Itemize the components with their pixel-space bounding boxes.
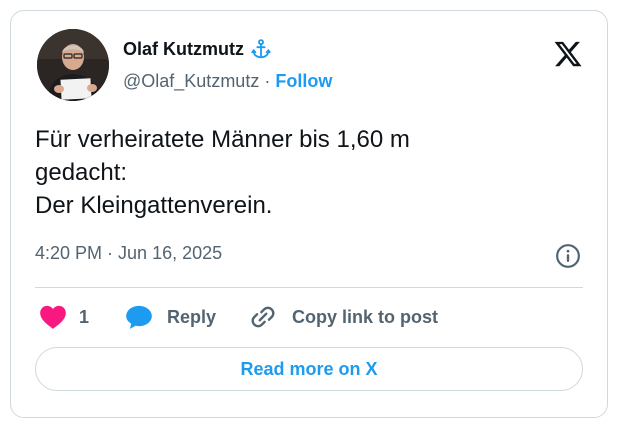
reply-button[interactable]: Reply: [125, 304, 216, 330]
author-name[interactable]: Olaf Kutzmutz: [123, 39, 244, 60]
link-icon: [251, 306, 275, 328]
tweet-time: 4:20 PM: [35, 243, 103, 263]
tweet-date: Jun 16, 2025: [118, 243, 223, 263]
author-handle[interactable]: @Olaf_Kutzmutz: [123, 71, 259, 92]
timestamp-separator: ·: [107, 243, 114, 263]
tweet-card: Olaf Kutzmutz @Olaf_Kutzmutz · Follow Fü…: [10, 10, 608, 418]
tweet-line: Der Kleingattenverein.: [35, 192, 273, 219]
tweet-line: gedacht:: [35, 159, 128, 186]
follow-button[interactable]: Follow: [275, 71, 332, 92]
tweet-timestamp[interactable]: 4:20 PM · Jun 16, 2025: [35, 243, 222, 264]
reply-bubble-icon: [126, 305, 152, 329]
handle-separator: ·: [264, 71, 271, 91]
author-handle-row: @Olaf_Kutzmutz · Follow: [123, 71, 332, 92]
info-icon[interactable]: [555, 243, 581, 269]
tweet-line: Für verheiratete Männer bis 1,60 m: [35, 126, 410, 153]
tweet-text: Für verheiratete Männer bis 1,60 m gedac…: [35, 123, 575, 222]
read-more-button[interactable]: Read more on X: [35, 347, 583, 391]
like-count: 1: [79, 306, 90, 327]
avatar[interactable]: [37, 29, 109, 101]
divider: [35, 287, 583, 288]
author-name-row: Olaf Kutzmutz: [123, 37, 272, 61]
copy-link-label: Copy link to post: [292, 306, 439, 327]
reply-label: Reply: [167, 306, 217, 327]
heart-icon: [40, 305, 66, 329]
avatar-image: [37, 29, 109, 101]
tweet-actions: 1 Reply Copy link to post: [39, 302, 438, 332]
like-button[interactable]: 1: [39, 304, 89, 330]
anchor-icon: [251, 39, 271, 59]
x-logo-icon[interactable]: [553, 39, 583, 69]
copy-link-button[interactable]: Copy link to post: [250, 304, 438, 330]
